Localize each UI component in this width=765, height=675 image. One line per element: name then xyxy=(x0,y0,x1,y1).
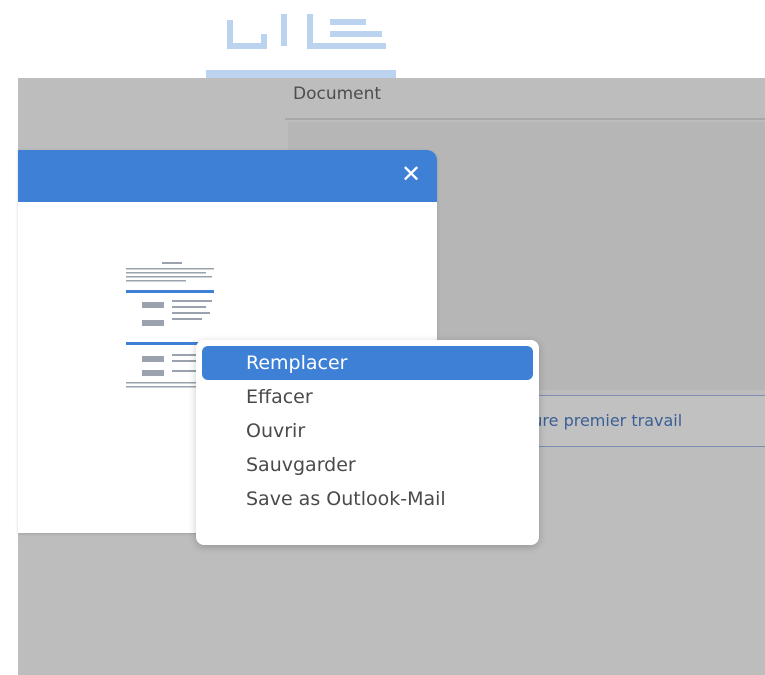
document-title-field: ture premier travail xyxy=(520,395,765,447)
menu-item-ouvrir[interactable]: Ouvrir xyxy=(202,414,533,448)
logo xyxy=(206,14,396,78)
document-title-text: ture premier travail xyxy=(526,411,683,430)
close-icon[interactable]: ✕ xyxy=(399,162,423,186)
menu-item-sauvgarder[interactable]: Sauvgarder xyxy=(202,448,533,482)
menu-item-effacer[interactable]: Effacer xyxy=(202,380,533,414)
document-label: Document xyxy=(293,84,382,104)
context-menu: Remplacer Effacer Ouvrir Sauvgarder Save… xyxy=(196,340,539,545)
modal-header: ✕ xyxy=(18,150,437,202)
document-divider xyxy=(285,118,765,120)
top-band xyxy=(0,0,765,78)
menu-item-remplacer[interactable]: Remplacer xyxy=(202,346,533,380)
menu-item-save-as-outlook-mail[interactable]: Save as Outlook-Mail xyxy=(202,482,533,516)
